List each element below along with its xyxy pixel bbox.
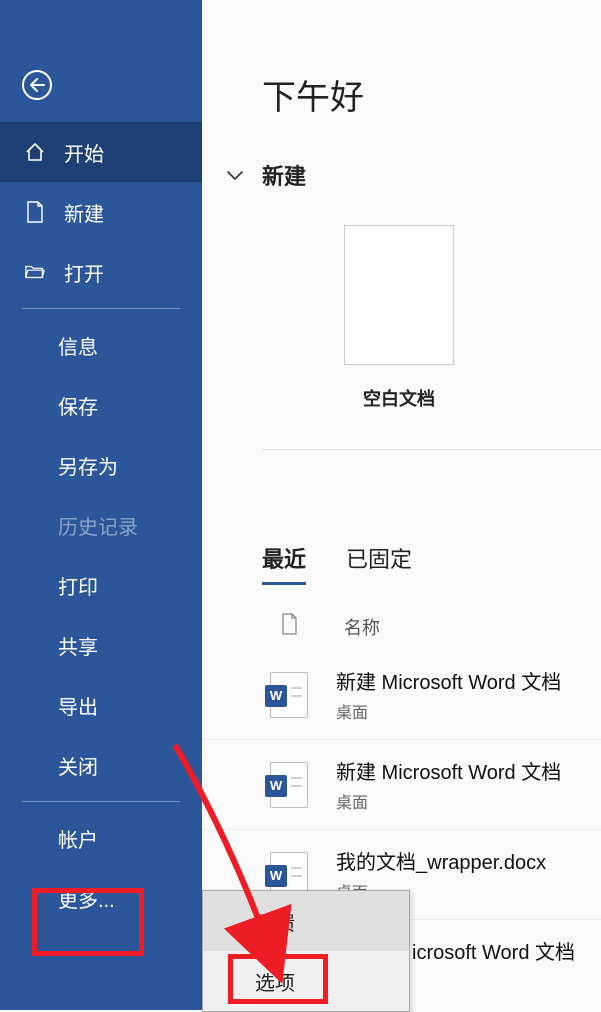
- sidebar-label: 保存: [58, 391, 98, 420]
- word-doc-icon: W: [270, 672, 308, 718]
- sidebar-item-start[interactable]: 开始: [0, 122, 202, 182]
- recent-tabs: 最近 已固定: [202, 542, 601, 585]
- file-name: 新建 Microsoft Word 文档: [336, 756, 561, 785]
- sidebar-label: 新建: [64, 198, 104, 227]
- popup-item-options[interactable]: 选项: [203, 951, 409, 1011]
- backstage-sidebar: 开始 新建 打开 信息 保存 另存为 历史记录 打印 共享 导出 关闭 帐户: [0, 0, 202, 1010]
- sidebar-item-close[interactable]: 关闭: [0, 735, 202, 795]
- sidebar-label: 信息: [58, 331, 98, 360]
- word-doc-icon: W: [270, 762, 308, 808]
- template-label: 空白文档: [344, 385, 454, 411]
- more-popup-menu: 反馈 选项: [202, 890, 410, 1012]
- sidebar-item-more[interactable]: 更多...: [0, 868, 202, 928]
- sidebar-item-open[interactable]: 打开: [0, 242, 202, 302]
- file-list-header: 名称: [202, 613, 601, 640]
- file-name: 我的文档_wrapper.docx: [336, 846, 546, 875]
- new-section-header[interactable]: 新建: [202, 159, 601, 191]
- tab-recent[interactable]: 最近: [262, 542, 306, 585]
- sidebar-item-print[interactable]: 打印: [0, 555, 202, 615]
- sidebar-item-save[interactable]: 保存: [0, 375, 202, 435]
- sidebar-label: 导出: [58, 691, 98, 720]
- file-name: icrosoft Word 文档: [412, 936, 575, 965]
- template-thumbnail: [344, 225, 454, 365]
- section-title: 新建: [262, 159, 306, 191]
- home-icon: [24, 141, 46, 163]
- sidebar-item-save-as[interactable]: 另存为: [0, 435, 202, 495]
- sidebar-item-new[interactable]: 新建: [0, 182, 202, 242]
- file-row[interactable]: W 新建 Microsoft Word 文档 桌面: [202, 650, 601, 740]
- sidebar-item-info[interactable]: 信息: [0, 315, 202, 375]
- sidebar-label: 开始: [64, 138, 104, 167]
- back-icon: [22, 70, 52, 100]
- sidebar-label: 关闭: [58, 751, 98, 780]
- sidebar-label: 历史记录: [58, 511, 138, 540]
- sidebar-divider: [22, 801, 180, 802]
- template-blank-document[interactable]: 空白文档: [344, 225, 454, 411]
- file-location: 桌面: [336, 789, 561, 813]
- file-row[interactable]: W 新建 Microsoft Word 文档 桌面: [202, 740, 601, 830]
- sidebar-label: 打开: [64, 258, 104, 287]
- sidebar-item-export[interactable]: 导出: [0, 675, 202, 735]
- chevron-down-icon: [226, 169, 244, 181]
- column-name: 名称: [344, 614, 380, 640]
- greeting-heading: 下午好: [202, 70, 601, 119]
- sidebar-label: 打印: [58, 571, 98, 600]
- back-button[interactable]: [0, 0, 202, 122]
- sidebar-item-account[interactable]: 帐户: [0, 808, 202, 868]
- divider: [262, 449, 601, 450]
- tab-pinned[interactable]: 已固定: [346, 542, 412, 585]
- file-location: 桌面: [336, 699, 561, 723]
- sidebar-label: 更多...: [58, 884, 115, 913]
- sidebar-item-share[interactable]: 共享: [0, 615, 202, 675]
- sidebar-item-history: 历史记录: [0, 495, 202, 555]
- sidebar-divider: [22, 308, 180, 309]
- sidebar-label: 另存为: [58, 451, 118, 480]
- sidebar-label: 帐户: [58, 824, 98, 853]
- file-name: 新建 Microsoft Word 文档: [336, 666, 561, 695]
- popup-item-feedback[interactable]: 反馈: [203, 891, 409, 951]
- main-panel: 下午好 新建 空白文档 最近 已固定 名称 W 新建 Microsoft Wor…: [202, 0, 601, 1010]
- document-icon: [24, 201, 46, 223]
- folder-open-icon: [24, 263, 46, 281]
- document-icon: [280, 613, 302, 640]
- sidebar-label: 共享: [58, 631, 98, 660]
